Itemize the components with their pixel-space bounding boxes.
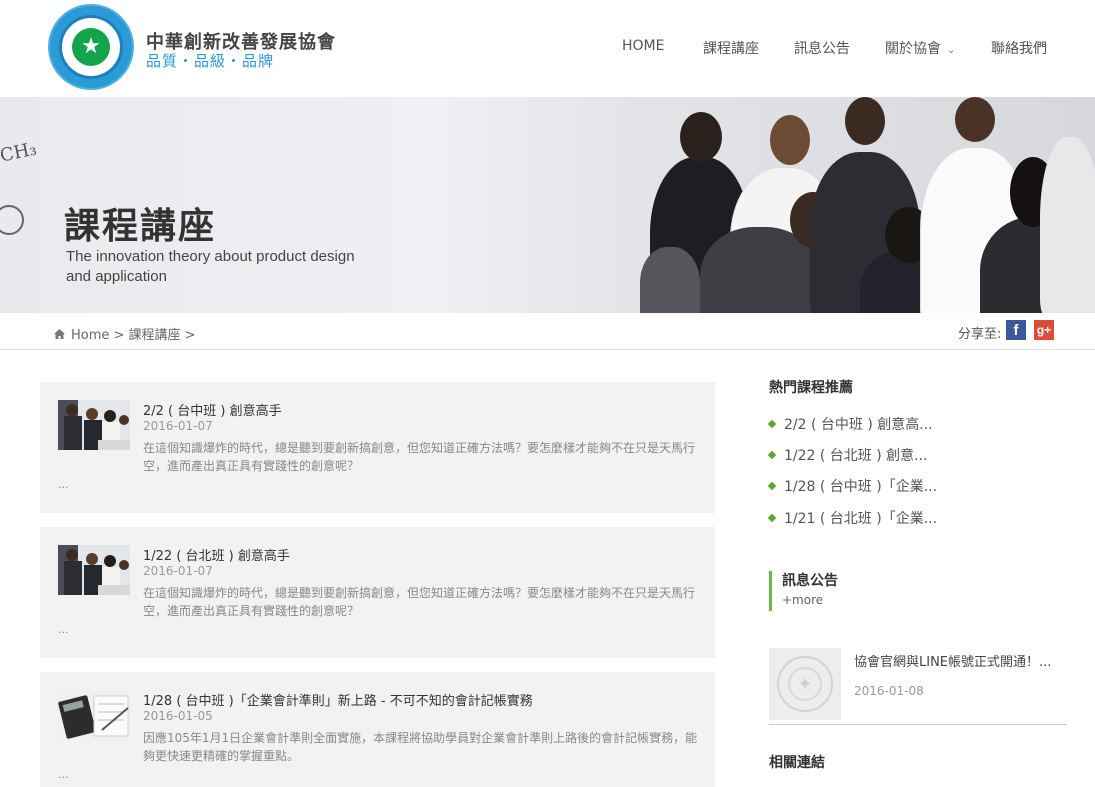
course-more[interactable]: ...: [58, 478, 69, 491]
nav-contact[interactable]: 聯絡我們: [991, 38, 1047, 58]
home-icon: [54, 329, 65, 339]
nav-home[interactable]: HOME: [622, 38, 664, 54]
hot-course-label: 1/21 ( 台北班 )「企業...: [784, 511, 938, 527]
hot-course-item[interactable]: 1/21 ( 台北班 )「企業...: [767, 508, 938, 528]
star-icon: ✦: [788, 667, 822, 701]
site-header: ★ 中華創新改善發展協會 品質・品級・品牌 HOME 課程講座 訊息公告 關於協…: [0, 0, 1095, 97]
hot-course-label: 1/22 ( 台北班 ) 創意...: [784, 448, 928, 464]
notice-more-link[interactable]: +more: [782, 593, 823, 607]
emblem-ring: ✦: [777, 656, 833, 712]
breadcrumb-text[interactable]: Home > 課程講座 >: [71, 328, 196, 343]
audience-photo: [640, 97, 1095, 313]
course-title[interactable]: 1/28 ( 台中班 )「企業會計準則」新上路 - 不可不知的會計記帳實務: [143, 690, 533, 709]
page-title: 課程講座: [64, 206, 217, 247]
course-description: 因應105年1月1日企業會計準則全面實施，本課程將協助學員對企業會計準則上路後的…: [143, 731, 698, 763]
chevron-down-icon: ⌄: [947, 45, 956, 56]
breadcrumb-bar: Home > 課程講座 > 分享至: f g+: [0, 313, 1095, 350]
share-label: 分享至:: [958, 327, 1002, 342]
course-thumbnail[interactable]: [58, 690, 130, 740]
course-title[interactable]: 2/2 ( 台中班 ) 創意高手: [143, 400, 282, 419]
course-thumbnail[interactable]: [58, 400, 130, 450]
bullet-icon: [767, 513, 777, 523]
course-date: 2016-01-05: [143, 709, 213, 723]
breadcrumb: Home > 課程講座 >: [54, 324, 196, 343]
hot-courses-heading: 熱門課程推薦: [769, 380, 853, 396]
facebook-icon[interactable]: f: [1006, 320, 1026, 340]
decorative-ring: [0, 205, 24, 235]
page-subtitle: The innovation theory about product desi…: [66, 248, 355, 285]
course-date: 2016-01-07: [143, 564, 213, 578]
course-card[interactable]: 1/28 ( 台中班 )「企業會計準則」新上路 - 不可不知的會計記帳實務 20…: [40, 672, 715, 787]
bullet-icon: [767, 481, 777, 491]
news-thumbnail[interactable]: ✦: [769, 648, 841, 720]
related-links-heading: 相關連結: [769, 755, 825, 771]
course-more[interactable]: ...: [58, 768, 69, 781]
news-date: 2016-01-08: [854, 684, 924, 698]
notice-accent-bar: [769, 571, 772, 611]
nav-about-label: 關於協會: [885, 41, 941, 57]
hot-course-label: 2/2 ( 台中班 ) 創意高...: [784, 417, 933, 433]
bullet-icon: [767, 450, 777, 460]
bullet-icon: [767, 419, 777, 429]
hot-course-item[interactable]: 2/2 ( 台中班 ) 創意高...: [767, 414, 933, 434]
nav-news[interactable]: 訊息公告: [794, 38, 850, 58]
notice-heading: 訊息公告: [782, 573, 838, 589]
course-thumbnail[interactable]: [58, 545, 130, 595]
hot-course-item[interactable]: 1/22 ( 台北班 ) 創意...: [767, 445, 928, 465]
chemistry-formula: CH₃: [0, 138, 39, 167]
hot-course-label: 1/28 ( 台中班 )「企業...: [784, 479, 938, 495]
course-description: 在這個知識爆炸的時代，總是聽到要創新搞創意，但您知道正確方法嗎？要怎麼樣才能夠不…: [143, 586, 696, 618]
divider: [769, 724, 1067, 725]
course-description: 在這個知識爆炸的時代，總是聽到要創新搞創意，但您知道正確方法嗎？要怎麼樣才能夠不…: [143, 441, 696, 473]
course-date: 2016-01-07: [143, 419, 213, 433]
course-card[interactable]: 1/22 ( 台北班 ) 創意高手 2016-01-07 在這個知識爆炸的時代，…: [40, 527, 715, 658]
news-title[interactable]: 協會官網與LINE帳號正式開通！...: [854, 651, 1051, 670]
course-title[interactable]: 1/22 ( 台北班 ) 創意高手: [143, 545, 290, 564]
main-nav: HOME 課程講座 訊息公告 關於協會 ⌄ 聯絡我們: [0, 38, 1095, 58]
nav-courses[interactable]: 課程講座: [703, 38, 759, 58]
course-more[interactable]: ...: [58, 623, 69, 636]
hot-course-item[interactable]: 1/28 ( 台中班 )「企業...: [767, 476, 938, 496]
google-plus-icon[interactable]: g+: [1034, 320, 1054, 340]
nav-about[interactable]: 關於協會 ⌄: [885, 38, 955, 58]
page-banner: CH₃ 課程講座 The innovation theory about pro…: [0, 97, 1095, 313]
course-card[interactable]: 2/2 ( 台中班 ) 創意高手 2016-01-07 在這個知識爆炸的時代，總…: [40, 382, 715, 513]
